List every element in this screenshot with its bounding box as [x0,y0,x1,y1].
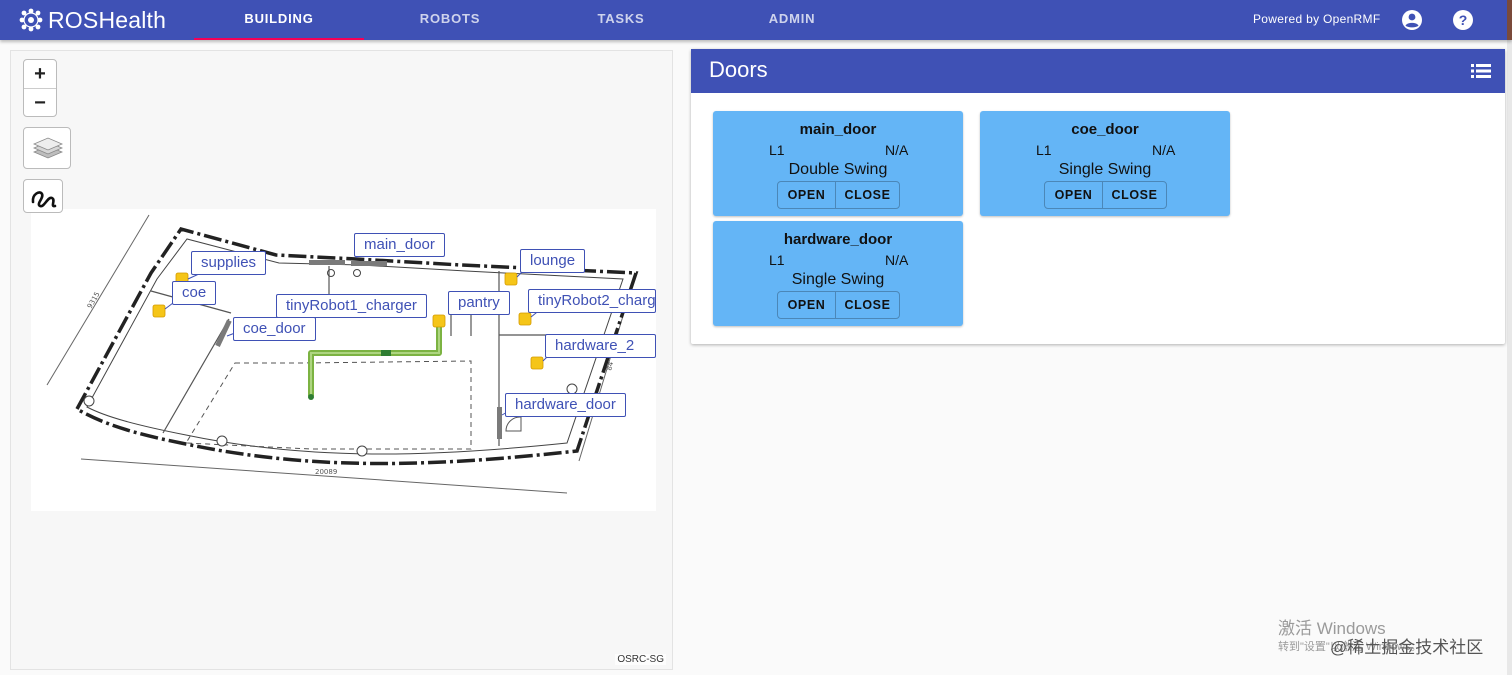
door-level: L1 [769,252,785,268]
waypoint-lounge [504,272,518,286]
open-door-button[interactable]: OPEN [1045,182,1103,208]
zoom-out-button[interactable]: − [24,88,56,116]
map-attribution: OSRC-SG [615,654,666,665]
building-map[interactable]: 9315 20089 84 main_door supplies lounge … [10,50,673,670]
door-level: L1 [769,142,785,158]
door-button-group: OPEN CLOSE [1044,181,1167,209]
door-card-main-door[interactable]: main_door L1 N/A Double Swing OPEN CLOSE [713,111,963,216]
layers-button[interactable] [23,127,71,169]
door-card-hardware-door[interactable]: hardware_door L1 N/A Single Swing OPEN C… [713,221,963,326]
door-state: N/A [1152,142,1176,158]
window-edge [1507,0,1512,40]
help-icon[interactable]: ? [1451,8,1475,32]
close-door-button[interactable]: CLOSE [1103,182,1166,208]
tab-tasks[interactable]: TASKS [536,0,706,40]
door-level: L1 [1036,142,1052,158]
doors-title: Doors [709,57,768,82]
map-label-lounge[interactable]: lounge [520,249,586,273]
tab-building[interactable]: BUILDING [194,0,364,40]
door-state: N/A [885,252,909,268]
powered-by-text: Powered by OpenRMF [1253,12,1381,26]
roshealth-logo-icon [19,8,43,32]
map-label-tinyrobot1-charger[interactable]: tinyRobot1_charger [276,294,427,318]
zoom-control: + − [23,59,57,117]
map-label-tinyrobot2-charger[interactable]: tinyRobot2_charger [528,289,656,313]
zoom-in-button[interactable]: + [24,60,56,88]
waypoint-tinyrobot1-charger [432,314,446,328]
door-button-group: OPEN CLOSE [777,291,900,319]
close-door-button[interactable]: CLOSE [836,182,899,208]
door-type: Single Swing [1058,161,1152,178]
layers-icon [32,137,64,159]
doors-panel-header: Doors [691,49,1505,93]
map-label-coe-door[interactable]: coe_door [233,317,316,341]
door-name: main_door [799,121,877,138]
open-door-button[interactable]: OPEN [778,292,836,318]
door-name: hardware_door [783,231,893,248]
map-label-hardware-2[interactable]: hardware_2 [545,334,656,358]
dimension-bottom: 20089 [315,468,337,476]
juejin-watermark: @稀土掘金技术社区 [1330,638,1484,657]
map-label-pantry[interactable]: pantry [448,291,510,315]
tab-robots[interactable]: ROBOTS [365,0,535,40]
close-door-button[interactable]: CLOSE [836,292,899,318]
account-circle-icon[interactable] [1400,8,1424,32]
doors-panel: Doors main_door L1 N/A Double Swing OPEN… [691,49,1505,344]
open-door-button[interactable]: OPEN [778,182,836,208]
door-card-coe-door[interactable]: coe_door L1 N/A Single Swing OPEN CLOSE [980,111,1230,216]
tab-admin[interactable]: ADMIN [707,0,877,40]
brand[interactable]: ROSHealth [18,6,166,34]
map-label-coe[interactable]: coe [172,281,217,305]
door-button-group: OPEN CLOSE [777,181,900,209]
waypoint-hardware-2 [530,356,544,370]
app-bar: ROSHealth BUILDING ROBOTS TASKS ADMIN Po… [0,0,1512,40]
svg-text:?: ? [1459,12,1468,28]
waypoint-coe [152,304,166,318]
app-title: ROSHealth [48,6,167,33]
trajectory-toggle-button[interactable] [23,179,63,213]
waypoint-tinyrobot2-charger [518,312,532,326]
floorplan-image: 9315 20089 84 [31,209,656,511]
door-type: Single Swing [791,271,885,288]
map-label-supplies[interactable]: supplies [191,251,267,275]
door-state: N/A [885,142,909,158]
page-scrollbar[interactable] [1507,40,1512,675]
door-type: Double Swing [788,161,888,178]
map-label-hardware-door[interactable]: hardware_door [505,393,626,417]
door-name: coe_door [1071,121,1139,138]
squiggle-icon [31,191,57,208]
map-label-main-door[interactable]: main_door [354,233,445,257]
list-view-icon[interactable] [1471,62,1491,80]
